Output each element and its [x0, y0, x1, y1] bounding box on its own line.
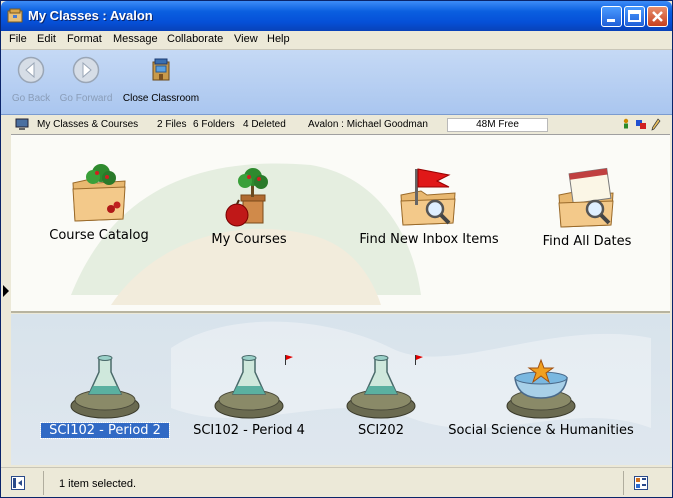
menu-file[interactable]: File — [9, 33, 27, 45]
course-sci102-p2[interactable]: SCI102 - Period 2 — [40, 354, 170, 439]
sci202-label: SCI202 — [358, 423, 404, 438]
flag-icon — [285, 355, 293, 365]
find-all-dates-item[interactable]: Find All Dates — [535, 165, 639, 249]
files-count: 2 Files — [157, 119, 187, 130]
my-courses-item[interactable]: My Courses — [197, 165, 301, 247]
deleted-count: 4 Deleted — [243, 119, 286, 130]
course-sci202[interactable]: SCI202 — [343, 354, 419, 438]
expand-panel-arrow-icon[interactable] — [3, 285, 9, 297]
course-sci102-p4[interactable]: SCI102 - Period 4 — [187, 354, 311, 438]
course-catalog-item[interactable]: Course Catalog — [35, 159, 163, 243]
computer-icon — [15, 118, 29, 130]
course-catalog-icon — [72, 164, 126, 222]
windows-icon[interactable] — [635, 118, 647, 131]
find-inbox-label: Find New Inbox Items — [359, 232, 499, 247]
status-divider — [623, 471, 624, 495]
sci102-p2-label: SCI102 - Period 2 — [40, 422, 170, 439]
title-bar[interactable]: My Classes : Avalon — [1, 1, 672, 31]
go-forward-label: Go Forward — [59, 93, 113, 104]
course-social-science[interactable]: Social Science & Humanities — [443, 354, 639, 438]
back-arrow-icon — [17, 56, 45, 84]
folders-count: 6 Folders — [193, 119, 235, 130]
find-dates-label: Find All Dates — [542, 234, 632, 249]
window-title: My Classes : Avalon — [28, 8, 153, 23]
upper-pane: Course Catalog My Courses Find New Inbox… — [11, 135, 670, 313]
menu-format[interactable]: Format — [67, 33, 102, 45]
menu-bar: File Edit Format Message Collaborate Vie… — [1, 31, 672, 50]
app-window: My Classes : Avalon File Edit Format Mes… — [0, 0, 673, 498]
social-science-label: Social Science & Humanities — [448, 423, 634, 438]
minimize-icon — [607, 19, 615, 22]
flask-icon — [346, 355, 416, 419]
flask-icon — [214, 355, 284, 419]
my-courses-label: My Courses — [211, 232, 287, 247]
go-back-label: Go Back — [11, 93, 51, 104]
view-options-icon[interactable] — [634, 476, 648, 490]
sci102-p4-label: SCI102 - Period 4 — [193, 423, 305, 438]
go-back-button[interactable]: Go Back — [9, 56, 53, 104]
flag-icon — [415, 355, 423, 365]
person-icon[interactable] — [621, 118, 631, 131]
forward-arrow-icon — [72, 56, 100, 84]
maximize-icon — [628, 10, 641, 22]
my-courses-icon — [225, 168, 268, 227]
maximize-button[interactable] — [624, 6, 645, 27]
status-bar: 1 item selected. — [1, 467, 672, 497]
globe-bowl-icon — [506, 358, 576, 419]
free-space-text: 48M Free — [476, 119, 519, 130]
user-text: Avalon : Michael Goodman — [308, 119, 428, 130]
menu-collaborate[interactable]: Collaborate — [167, 33, 223, 45]
app-icon — [7, 8, 23, 23]
panel-toggle-icon[interactable] — [11, 476, 25, 490]
find-inbox-icon — [400, 168, 456, 226]
status-divider — [43, 471, 44, 495]
flask-icon — [70, 355, 140, 419]
lower-pane: SCI102 - Period 2 SCI102 - Period 4 SCI2… — [11, 314, 670, 465]
find-new-inbox-item[interactable]: Find New Inbox Items — [355, 165, 503, 247]
classroom-icon — [152, 58, 170, 81]
close-classroom-label: Close Classroom — [122, 93, 200, 104]
info-bar: My Classes & Courses 2 Files 6 Folders 4… — [11, 116, 670, 135]
close-button[interactable] — [647, 6, 668, 27]
close-classroom-button[interactable]: Close Classroom — [119, 56, 203, 104]
go-forward-button[interactable]: Go Forward — [57, 56, 115, 104]
menu-edit[interactable]: Edit — [37, 33, 56, 45]
minimize-button[interactable] — [601, 6, 622, 27]
location-text: My Classes & Courses — [37, 119, 139, 130]
menu-help[interactable]: Help — [267, 33, 290, 45]
find-dates-icon — [558, 167, 614, 228]
free-space-box: 48M Free — [447, 118, 548, 132]
course-catalog-label: Course Catalog — [49, 228, 149, 243]
menu-message[interactable]: Message — [113, 33, 158, 45]
toolbar: Go Back Go Forward Close Classroom — [1, 50, 672, 115]
menu-view[interactable]: View — [234, 33, 258, 45]
pencil-icon[interactable] — [651, 118, 661, 131]
status-text: 1 item selected. — [59, 478, 137, 490]
close-icon — [652, 11, 663, 22]
